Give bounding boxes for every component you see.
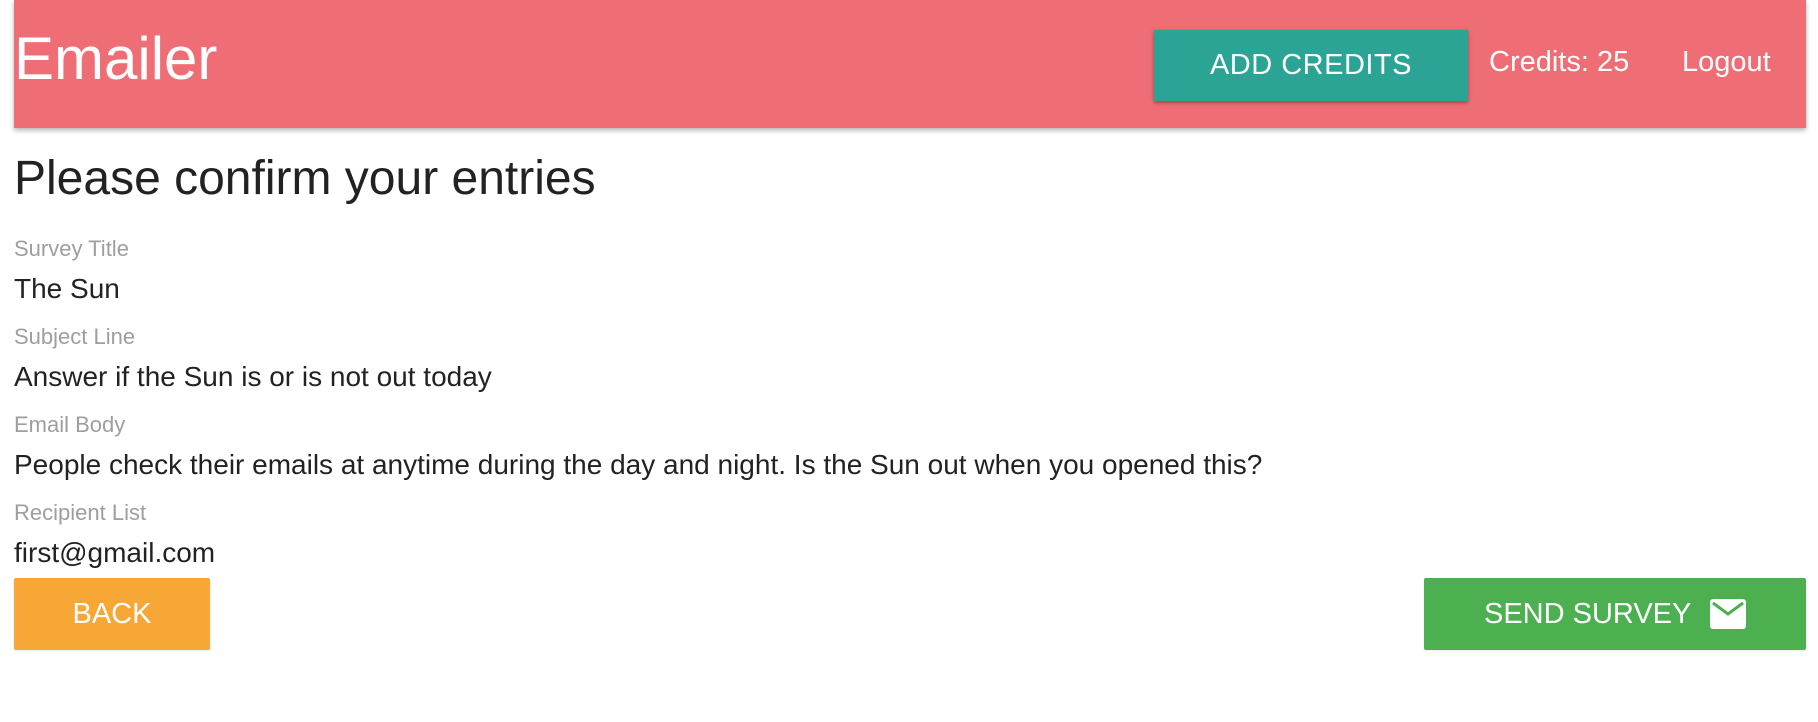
credits-count: Credits: 25	[1489, 46, 1630, 78]
email-body-label: Email Body	[14, 412, 126, 437]
send-survey-label: SEND SURVEY	[1484, 598, 1692, 630]
recipient-list-value: first@gmail.com	[14, 537, 216, 568]
brand-logo[interactable]: Emailer	[14, 23, 217, 95]
page-title: Please confirm your entries	[14, 152, 596, 205]
back-button[interactable]: BACK	[14, 578, 210, 650]
add-credits-button[interactable]: ADD CREDITS	[1154, 30, 1468, 101]
subject-line-value: Answer if the Sun is or is not out today	[14, 361, 492, 392]
mail-icon	[1710, 599, 1746, 629]
survey-title-label: Survey Title	[14, 236, 129, 261]
send-survey-button[interactable]: SEND SURVEY	[1424, 578, 1806, 650]
logout-link[interactable]: Logout	[1682, 44, 1771, 80]
email-body-value: People check their emails at anytime dur…	[14, 449, 1263, 480]
subject-line-label: Subject Line	[14, 324, 136, 349]
app-root: Emailer ADD CREDITS Credits: 25 Logout P…	[0, 0, 1818, 722]
recipient-list-label: Recipient List	[14, 500, 147, 525]
navbar: Emailer ADD CREDITS Credits: 25 Logout	[14, 0, 1806, 128]
survey-title-value: The Sun	[14, 273, 120, 304]
